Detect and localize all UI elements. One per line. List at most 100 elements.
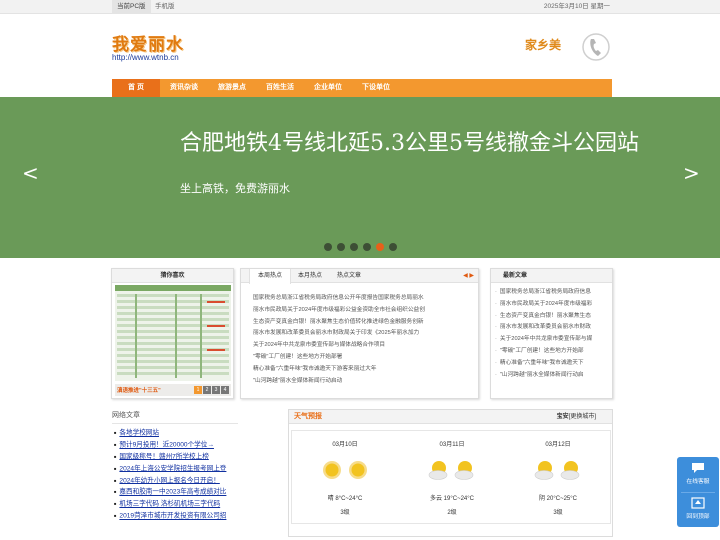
- sun-icon: [349, 461, 367, 479]
- list-item[interactable]: 2019菏泽市城市开发投资有限公司招: [112, 510, 238, 522]
- main-nav: 首 页 资讯杂谈 旅游景点 百姓生活 企业单位 下设单位: [112, 79, 612, 97]
- nav-enterprise[interactable]: 企业单位: [304, 79, 352, 97]
- list-item[interactable]: 关于2024年中共龙泉市委宣传部与媒体战略合作项目: [253, 340, 475, 352]
- city-name: 宝安: [556, 414, 569, 420]
- top-bar: 当前PC版 手机版 2025年3月10日 星期一: [0, 0, 720, 14]
- hero-slider[interactable]: 合肥地铁4号线北延5.3公里5号线撤金斗公园站 坐上高铁，免费游丽水 < >: [0, 97, 720, 258]
- list-item[interactable]: 精心准备"六重年味"我市诚邀天下游客来丽过大年: [253, 364, 475, 376]
- chat-icon: [692, 463, 704, 473]
- tab-week-hot[interactable]: 本周热点: [249, 269, 292, 284]
- gallery-title: 猜你喜欢: [112, 269, 233, 283]
- slider-prev-button[interactable]: <: [22, 161, 39, 185]
- nav-home[interactable]: 首 页: [112, 79, 160, 97]
- slider-next-button[interactable]: >: [683, 161, 700, 185]
- weather-title: 天气预报: [294, 413, 322, 420]
- list-item[interactable]: 国家税务总局浙江省税务局政府信息: [495, 287, 611, 299]
- list-item[interactable]: "山河跨越"丽水全媒体新闻行动启: [495, 370, 611, 382]
- gallery-panel: 猜你喜欢 滇语推进"十三五" 1 2 3 4: [111, 268, 234, 399]
- list-item[interactable]: 嘉西和胶南一中2023年高考成绩对比: [112, 486, 238, 498]
- slider-dot[interactable]: [337, 243, 345, 251]
- list-item[interactable]: 国家级称号！赣州7所学校上榜: [112, 451, 238, 463]
- sun-icon: [323, 461, 341, 479]
- latest-articles-panel: 最新文章 国家税务总局浙江省税务局政府信息 丽水市民政局关于2024年度市级福彩…: [490, 268, 613, 399]
- gallery-page-button[interactable]: 4: [221, 386, 229, 394]
- site-logo[interactable]: 我爱丽水: [112, 30, 184, 55]
- current-date: 2025年3月10日 星期一: [543, 3, 610, 10]
- cloud-sun-icon: [534, 461, 554, 480]
- weather-panel: 天气预报 宝安[更换城市] 03月10日 晴 8°C~24°C 3级 03月11…: [288, 409, 613, 537]
- nav-travel[interactable]: 旅游景点: [208, 79, 256, 97]
- list-item[interactable]: "零碳"工厂创建！这些地方开始部: [495, 346, 611, 358]
- latest-articles-title: 最新文章: [491, 269, 612, 283]
- gallery-pager: 1 2 3 4: [194, 386, 229, 394]
- slide-subtitle: 坐上高铁，免费游丽水: [180, 183, 290, 195]
- forecast-date: 03月10日: [332, 442, 358, 448]
- slider-dots: [324, 243, 397, 251]
- forecast-wind: 3级: [340, 510, 350, 516]
- list-item[interactable]: 2024年上海公安学院招生报考网上登: [112, 463, 238, 475]
- slider-dot[interactable]: [350, 243, 358, 251]
- gallery-page-button[interactable]: 3: [212, 386, 220, 394]
- back-to-top-button[interactable]: 回到顶部: [677, 492, 719, 527]
- list-item[interactable]: 国家税务总局浙江省税务局政府信息公开年度报告国家税务总局丽水: [253, 293, 475, 305]
- change-city-link[interactable]: [更换城市]: [569, 414, 596, 420]
- list-item[interactable]: 生态资产变真金白银！丽水聚焦生态: [495, 311, 611, 323]
- forecast-day: 03月12日 阴 20°C~25°C 3级: [505, 431, 611, 525]
- list-item[interactable]: 精心准备"六重年味"我市诚邀天下: [495, 358, 611, 370]
- tab-arrows[interactable]: ◀ ▶: [463, 269, 474, 283]
- hot-news-panel: 本周热点 本月热点 热点文章 ◀ ▶ 国家税务总局浙江省税务局政府信息公开年度报…: [240, 268, 479, 399]
- list-item[interactable]: 丽水市民政局关于2024年度市级福彩公益金资助全市社会组织公益创: [253, 305, 475, 317]
- forecast-day: 03月11日 多云 19°C~24°C 2级: [399, 431, 505, 525]
- forecast-date: 03月12日: [545, 442, 571, 448]
- slider-dot[interactable]: [363, 243, 371, 251]
- forecast-day: 03月10日 晴 8°C~24°C 3级: [292, 431, 398, 525]
- tab-hot-articles[interactable]: 热点文章: [337, 269, 361, 283]
- nav-subunits[interactable]: 下设单位: [352, 79, 400, 97]
- list-item[interactable]: 预计9月投用！近20000个学位→: [112, 439, 238, 451]
- forecast-desc: 晴 8°C~24°C: [327, 496, 363, 502]
- weather-header: 天气预报 宝安[更换城市]: [289, 410, 612, 424]
- list-item[interactable]: 关于2024年中共龙泉市委宣传部与媒: [495, 334, 611, 346]
- nav-news[interactable]: 资讯杂谈: [160, 79, 208, 97]
- gallery-page-button[interactable]: 1: [194, 386, 202, 394]
- hotline-text: 家乡美: [525, 38, 562, 52]
- list-item[interactable]: 各地学校网站: [112, 427, 238, 439]
- forecast-desc: 阴 20°C~25°C: [539, 496, 577, 502]
- arrow-up-icon: [691, 497, 705, 509]
- forecast-date: 03月11日: [439, 442, 465, 448]
- back-to-top-label: 回到顶部: [686, 514, 710, 520]
- gallery-caption: 滇语推进"十三五" 1 2 3 4: [115, 384, 231, 396]
- web-articles-title: 网络文章: [112, 410, 238, 424]
- slider-dot[interactable]: [389, 243, 397, 251]
- gallery-image[interactable]: [115, 285, 231, 381]
- hotline-banner: 家乡美: [520, 30, 610, 66]
- tab-month-hot[interactable]: 本月热点: [298, 269, 322, 283]
- list-item[interactable]: 生态资产变真金白银！丽水聚焦生态价值转化推进绿色金融服务创新: [253, 317, 475, 329]
- phone-icon: [582, 33, 610, 61]
- list-item[interactable]: 2024年幼升小网上报名今日开启！: [112, 475, 238, 487]
- latest-articles-list: 国家税务总局浙江省税务局政府信息 丽水市民政局关于2024年度市级福彩 生态资产…: [495, 287, 611, 381]
- list-item[interactable]: 机场三字代码 洛杉矶机场三字代码: [112, 498, 238, 510]
- online-service-button[interactable]: 在线客服: [677, 457, 719, 492]
- list-item[interactable]: 丽水市发展和改革委员会丽水市财政局关于印发《2025年丽水加力: [253, 328, 475, 340]
- cloud-sun-icon: [560, 461, 580, 480]
- forecast-wind: 3级: [553, 510, 563, 516]
- site-url: http://www.wtnb.cn: [112, 53, 179, 62]
- slider-dot[interactable]: [324, 243, 332, 251]
- slide-headline[interactable]: 合肥地铁4号线北延5.3公里5号线撤金斗公园站: [180, 125, 639, 157]
- list-item[interactable]: "零碳"工厂创建！这些地方开始部署: [253, 352, 475, 364]
- list-item[interactable]: 丽水市民政局关于2024年度市级福彩: [495, 299, 611, 311]
- slider-dot-active[interactable]: [376, 243, 384, 251]
- weather-city: 宝安[更换城市]: [557, 410, 596, 424]
- list-item[interactable]: "山河跨越"丽水全媒体新闻行动启动: [253, 376, 475, 388]
- floating-toolbar: 在线客服 回到顶部: [677, 457, 719, 527]
- nav-life[interactable]: 百姓生活: [256, 79, 304, 97]
- gallery-caption-text[interactable]: 滇语推进"十三五": [117, 386, 161, 394]
- gallery-page-button[interactable]: 2: [203, 386, 211, 394]
- pc-version-link[interactable]: 当前PC版: [112, 0, 151, 14]
- online-service-label: 在线客服: [686, 479, 710, 485]
- list-item[interactable]: 丽水市发展和改革委员会丽水市财政: [495, 322, 611, 334]
- mobile-version-link[interactable]: 手机版: [155, 0, 175, 14]
- hot-news-tabs: 本周热点 本月热点 热点文章 ◀ ▶: [241, 269, 478, 284]
- cloud-sun-icon: [428, 461, 448, 480]
